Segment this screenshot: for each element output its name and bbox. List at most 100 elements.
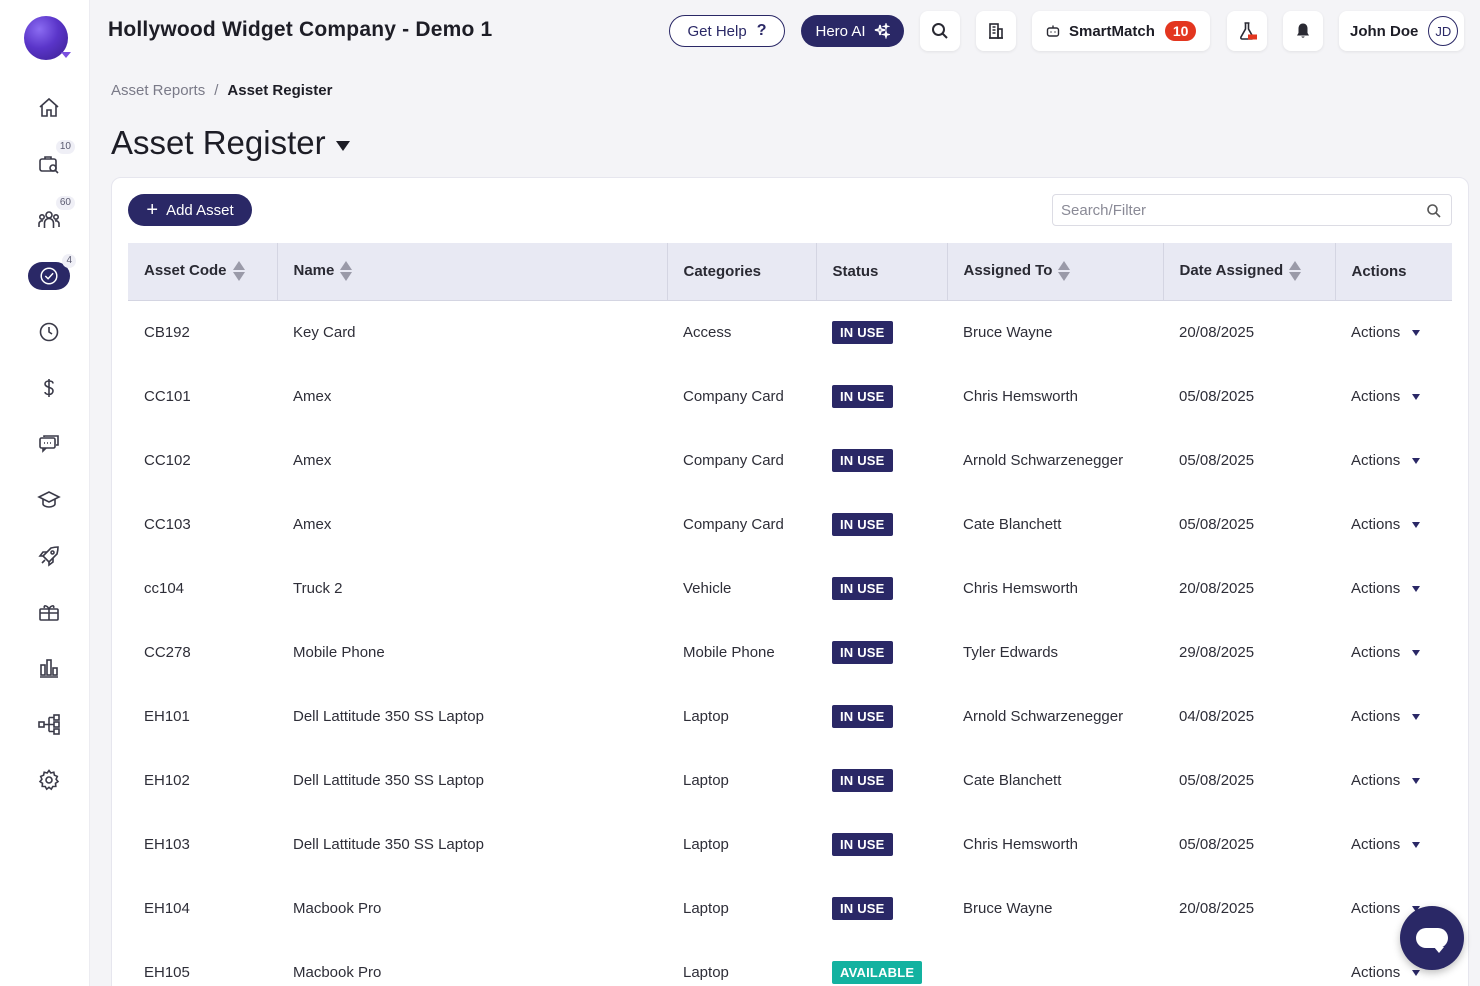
check-circle-icon [40, 267, 58, 285]
column-header-label: Categories [683, 262, 762, 280]
column-header-asset-code[interactable]: Asset Code [128, 243, 278, 301]
sort-icon[interactable] [340, 260, 353, 282]
actions-dropdown-label: Actions [1351, 899, 1401, 917]
actions-cell[interactable]: Actions [1335, 556, 1452, 620]
assigned-to-cell: Cate Blanchett [947, 748, 1163, 812]
asset-code-cell: CC103 [128, 492, 277, 556]
actions-cell[interactable]: Actions [1335, 620, 1452, 684]
status-cell: IN USE [816, 428, 947, 492]
date-assigned-cell-text: 20/08/2025 [1179, 323, 1255, 341]
sidebar-item-assets[interactable]: 4 [28, 254, 76, 290]
search-input[interactable] [1053, 195, 1451, 225]
actions-cell[interactable]: Actions [1335, 364, 1452, 428]
live-chat-button[interactable] [1400, 906, 1464, 970]
column-header-name[interactable]: Name [277, 243, 668, 301]
sidebar-item-learning[interactable] [27, 482, 71, 518]
asset-name-cell: Dell Lattitude 350 SS Laptop [277, 812, 667, 876]
sidebar-item-home[interactable] [27, 90, 71, 126]
sidebar-item-org-chart[interactable] [27, 706, 71, 742]
global-search-button[interactable] [920, 11, 960, 51]
actions-cell[interactable]: Actions [1335, 428, 1452, 492]
column-header-label: Date Assigned [1179, 262, 1284, 280]
sidebar-item-onboarding[interactable] [27, 538, 71, 574]
get-help-button[interactable]: Get Help ? [669, 15, 785, 47]
sort-icon[interactable] [232, 260, 245, 282]
dollar-icon [44, 379, 54, 397]
briefcase-search-icon [39, 156, 59, 174]
building-icon [989, 23, 1003, 39]
sidebar: 10 60 4 [0, 0, 90, 986]
date-assigned-cell: 20/08/2025 [1163, 556, 1335, 620]
rocket-icon [38, 546, 59, 567]
asset-name-cell-text: Amex [293, 387, 332, 405]
asset-name-cell-text: Dell Lattitude 350 SS Laptop [293, 707, 484, 725]
actions-cell[interactable]: Actions [1335, 812, 1452, 876]
table-row: CC103 Amex Company Card IN USE Cate Blanchet… [128, 492, 1452, 556]
actions-cell[interactable]: Actions [1335, 492, 1452, 556]
date-assigned-cell: 05/08/2025 [1163, 428, 1335, 492]
sidebar-item-time[interactable] [27, 314, 71, 350]
date-assigned-cell-text: 05/08/2025 [1179, 515, 1255, 533]
table-body: CB192 Key Card Access IN USE Bruce Wayne 20/0… [128, 300, 1452, 986]
company-logo[interactable] [24, 16, 71, 60]
sparkle-icon [874, 23, 890, 39]
search-icon [1427, 204, 1441, 218]
actions-dropdown-label: Actions [1351, 579, 1401, 597]
asset-code-cell: EH105 [128, 940, 277, 986]
asset-code-cell-text: CB192 [144, 323, 190, 341]
page-title[interactable]: Asset Register [111, 124, 350, 162]
company-directory-button[interactable] [976, 11, 1016, 51]
caret-down-icon [1412, 649, 1421, 656]
column-header-status: Status [816, 243, 948, 301]
breadcrumb: Asset Reports / Asset Register [111, 82, 332, 99]
actions-dropdown-label: Actions [1351, 771, 1401, 789]
sidebar-item-people[interactable]: 60 [27, 196, 75, 238]
date-assigned-cell: 29/08/2025 [1163, 620, 1335, 684]
category-cell: Laptop [667, 940, 816, 986]
notifications-button[interactable] [1283, 11, 1323, 51]
actions-cell[interactable]: Actions [1335, 300, 1452, 364]
asset-code-cell-text: CC278 [144, 643, 191, 661]
category-cell-text: Mobile Phone [683, 643, 775, 661]
breadcrumb-current: Asset Register [227, 82, 333, 99]
status-cell: IN USE [816, 812, 947, 876]
sort-icon[interactable] [1058, 260, 1071, 282]
status-cell: IN USE [816, 620, 947, 684]
sidebar-item-settings[interactable] [27, 762, 71, 798]
actions-cell[interactable]: Actions [1335, 684, 1452, 748]
smartmatch-button[interactable]: SmartMatch 10 [1032, 11, 1210, 51]
category-cell-text: Company Card [683, 387, 784, 405]
add-asset-button[interactable]: + Add Asset [128, 194, 252, 226]
asset-name-cell-text: Mobile Phone [293, 643, 385, 661]
sidebar-item-messages[interactable] [27, 426, 71, 462]
date-assigned-cell-text: 05/08/2025 [1179, 387, 1255, 405]
sidebar-item-reports[interactable] [27, 650, 71, 686]
sidebar-item-payroll[interactable] [27, 370, 71, 406]
sidebar-item-recruitment[interactable]: 10 [27, 140, 75, 182]
column-header-assigned-to[interactable]: Assigned To [947, 243, 1164, 301]
clock-icon [39, 322, 59, 342]
caret-down-icon[interactable] [335, 141, 350, 151]
table-row: cc104 Truck 2 Vehicle IN USE Chris Hemsworth… [128, 556, 1452, 620]
sidebar-item-benefits[interactable] [27, 594, 71, 630]
asset-code-cell: CC101 [128, 364, 277, 428]
hero-ai-button[interactable]: Hero AI [801, 15, 904, 47]
column-header-actions: Actions [1335, 243, 1452, 301]
category-cell-text: Laptop [683, 771, 729, 789]
assigned-to-cell: Cate Blanchett [947, 492, 1163, 556]
date-assigned-cell-text: 05/08/2025 [1179, 451, 1255, 469]
caret-down-icon [1412, 585, 1421, 592]
sort-icon[interactable] [1289, 260, 1302, 282]
asset-code-cell: CB192 [128, 300, 277, 364]
beta-labs-button[interactable] [1227, 11, 1267, 51]
column-header-date-assigned[interactable]: Date Assigned [1163, 243, 1336, 301]
breadcrumb-parent[interactable]: Asset Reports [111, 82, 205, 99]
actions-cell[interactable]: Actions [1335, 748, 1452, 812]
asset-code-cell: EH104 [128, 876, 277, 940]
home-icon [39, 97, 59, 117]
category-cell-text: Laptop [683, 963, 729, 981]
category-cell-text: Access [683, 323, 732, 341]
assigned-to-cell: Tyler Edwards [947, 620, 1163, 684]
status-badge: IN USE [832, 896, 893, 920]
user-menu-button[interactable]: John Doe JD [1339, 11, 1464, 51]
